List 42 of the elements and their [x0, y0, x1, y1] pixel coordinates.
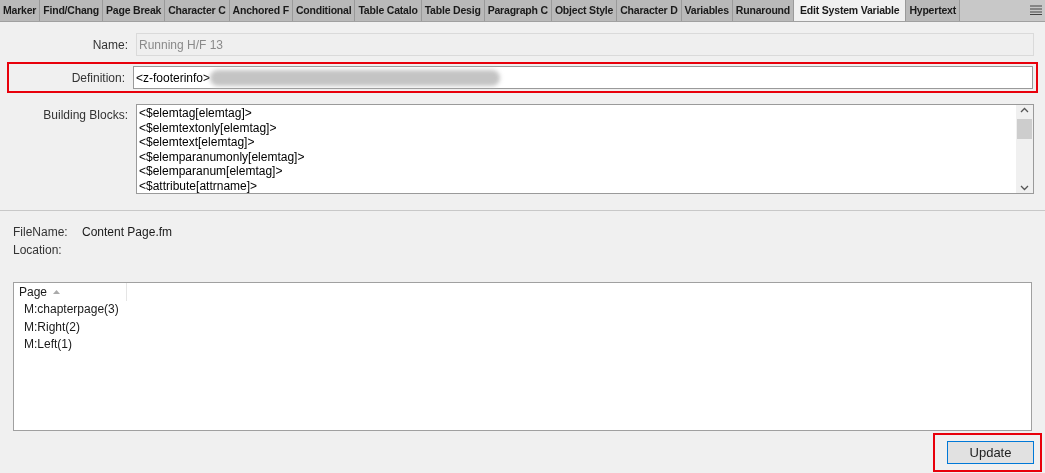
list-item[interactable]: <$elemtext[elemtag]> [139, 135, 1016, 150]
tab[interactable]: Paragraph C [484, 0, 552, 21]
pages-list[interactable]: Page M:chapterpage(3) M:Right(2) M:Left(1) [13, 282, 1032, 431]
update-button[interactable]: Update [947, 441, 1034, 464]
column-header[interactable]: Page [14, 283, 127, 301]
tab[interactable]: Character D [617, 0, 682, 21]
list-item[interactable]: <$elemtag[elemtag]> [139, 106, 1016, 121]
list-item[interactable]: <$elemtextonly[elemtag]> [139, 120, 1016, 135]
menu-icon[interactable] [1030, 5, 1042, 15]
tab[interactable]: Runaround [732, 0, 795, 21]
field-label: Building Blocks: [42, 107, 128, 124]
definition-field[interactable]: <z-footerinfo> [133, 66, 1033, 89]
tab[interactable]: Page Break [103, 0, 166, 21]
tab[interactable]: Hypertext [906, 0, 960, 21]
list-item[interactable]: M:chapterpage(3) [14, 301, 119, 319]
scroll-down-icon [1020, 185, 1029, 191]
info-label: Location: [13, 242, 63, 259]
tab[interactable]: Table Desig [421, 0, 485, 21]
tab[interactable]: Character C [165, 0, 230, 21]
tab[interactable]: Anchored F [229, 0, 293, 21]
tab[interactable]: Edit System Variable [794, 0, 907, 21]
scroll-thumb[interactable] [1017, 119, 1032, 139]
tab[interactable]: Variables [681, 0, 733, 21]
tab[interactable]: Object Style [551, 0, 618, 21]
tab[interactable]: Conditional [292, 0, 356, 21]
list-item[interactable]: M:Left(1) [14, 336, 72, 354]
info-label: FileName: [13, 224, 69, 241]
field-label: Name: [91, 36, 128, 54]
field-value: <z-footerinfo> [136, 69, 211, 87]
list-item[interactable]: <$attribute[attrname]> [139, 178, 1016, 193]
list-item[interactable]: <$elemparanumonly[elemtag]> [139, 149, 1016, 164]
tab[interactable]: Marker [0, 0, 41, 21]
tab[interactable]: Table Catalo [355, 0, 422, 21]
info-value: Content Page.fm [82, 224, 173, 241]
scrollbar[interactable] [1016, 105, 1033, 193]
sort-up-icon [53, 290, 61, 294]
list-item[interactable]: M:Right(2) [14, 318, 80, 336]
scroll-up-icon [1020, 107, 1029, 113]
field-label: Definition: [70, 69, 125, 87]
list-item[interactable]: <$elemparanum[elemtag]> [139, 164, 1016, 179]
tab[interactable]: Find/Chang [40, 0, 103, 21]
building-blocks-list[interactable]: <$elemtag[elemtag]> <$elemtextonly[elemtag]> <$elemtext[elemtag]> <$elemparanumonly[elemtag]> <$elemparanum[elemtag]> <$attribute[attrname]> [136, 104, 1034, 194]
